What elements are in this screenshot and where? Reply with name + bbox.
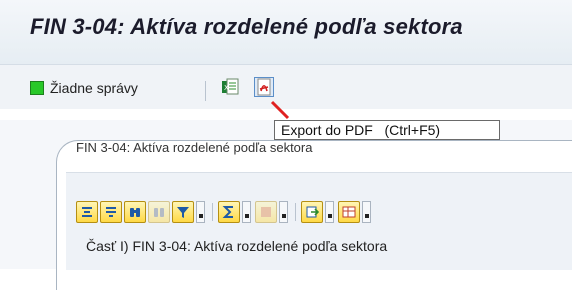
layout-dropdown[interactable] (362, 201, 371, 223)
subtotal-icon (261, 207, 271, 217)
find-next-icon (154, 208, 164, 217)
excel-export-button[interactable]: X (220, 77, 240, 97)
alv-separator (295, 203, 296, 221)
alv-separator (212, 203, 213, 221)
status-led-icon (30, 81, 44, 95)
layout-icon (342, 206, 356, 218)
excel-export-icon: X (222, 78, 239, 95)
sum-icon (222, 206, 233, 218)
alv-toolbar (76, 200, 375, 224)
find-icon (130, 208, 140, 217)
export-button[interactable] (301, 201, 323, 223)
window-title: FIN 3-04: Aktíva rozdelené podľa sektora (30, 14, 463, 39)
filter-rows-icon (106, 207, 116, 217)
filter-icon (177, 207, 189, 218)
subtotal-dropdown[interactable] (279, 201, 288, 223)
pdf-export-icon (257, 78, 271, 96)
filter-rows-button[interactable] (100, 201, 122, 223)
pdf-export-button[interactable] (254, 77, 274, 97)
sum-dropdown[interactable] (242, 201, 251, 223)
status-indicator: Žiadne správy (30, 79, 138, 97)
toolbar-separator (205, 81, 206, 101)
layout-button[interactable] (338, 201, 360, 223)
svg-text:X: X (224, 84, 229, 92)
subtotal-button[interactable] (255, 201, 277, 223)
find-button[interactable] (124, 201, 146, 223)
status-text: Žiadne správy (50, 80, 138, 96)
find-next-button[interactable] (148, 201, 170, 223)
align-button[interactable] (76, 201, 98, 223)
export-dropdown[interactable] (325, 201, 334, 223)
align-icon (82, 207, 92, 217)
section-title: Časť I) FIN 3-04: Aktíva rozdelené podľa… (86, 238, 388, 254)
export-icon (306, 206, 319, 218)
sum-button[interactable] (218, 201, 240, 223)
tab-fin-3-04[interactable]: FIN 3-04: Aktíva rozdelené podľa sektora (76, 140, 572, 162)
filter-button[interactable] (172, 201, 194, 223)
tooltip: Export do PDF (Ctrl+F5) (274, 120, 500, 140)
filter-dropdown[interactable] (196, 201, 205, 223)
title-bar: FIN 3-04: Aktíva rozdelené podľa sektora (0, 0, 572, 65)
